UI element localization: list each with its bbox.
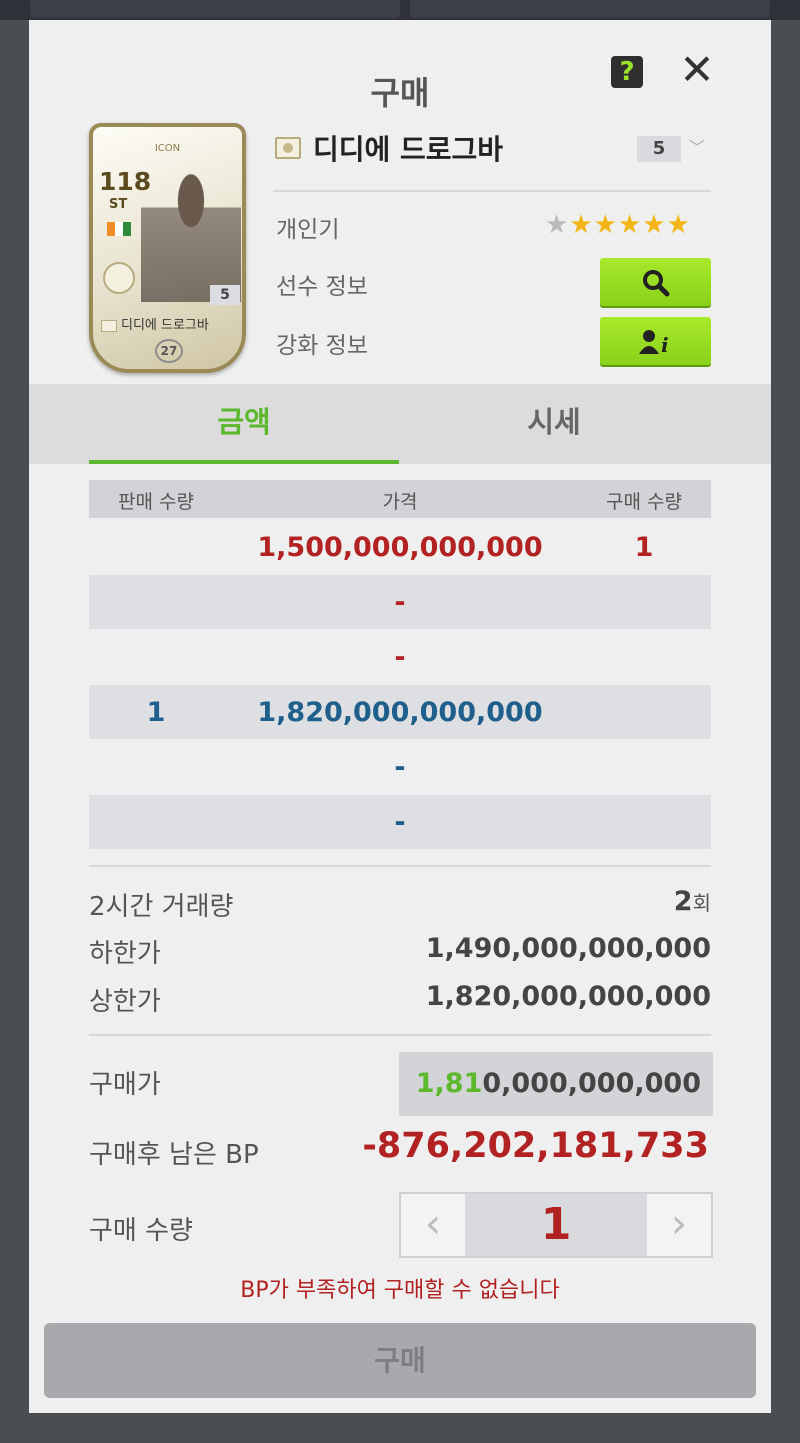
- star-icon: ★: [545, 210, 570, 240]
- table-row[interactable]: -: [89, 740, 711, 794]
- buy-button[interactable]: 구매: [44, 1323, 756, 1398]
- quantity-label: 구매 수량: [89, 1216, 193, 1246]
- cell-price: -: [394, 752, 406, 783]
- season-badge-icon: [101, 319, 117, 332]
- price-rest: 0,000,000,000: [482, 1068, 701, 1099]
- chevron-down-icon[interactable]: ﹀: [689, 134, 705, 158]
- purchase-price-input[interactable]: 1,810,000,000,000: [399, 1052, 713, 1116]
- popularity-label: 개인기: [276, 217, 340, 243]
- svg-text:i: i: [661, 333, 669, 356]
- purchase-price-label: 구매가: [89, 1070, 161, 1100]
- table-row[interactable]: -: [89, 630, 711, 684]
- table-row[interactable]: -: [89, 575, 711, 629]
- cell-price: -: [394, 587, 406, 618]
- question-mark-icon[interactable]: ?: [611, 56, 643, 88]
- tab-amount[interactable]: 금액: [89, 384, 399, 464]
- card-name-row: 디디에 드로그바: [101, 314, 241, 333]
- lower-limit-label: 하한가: [89, 939, 161, 969]
- tab-market-price[interactable]: 시세: [399, 384, 709, 464]
- grade-select[interactable]: 5: [637, 136, 681, 162]
- price-highlight: 1,81: [415, 1068, 483, 1099]
- cell-buy-qty: 1: [634, 532, 654, 563]
- cell-sell-qty: 1: [146, 697, 166, 728]
- search-icon: [642, 270, 669, 297]
- card-season: 27: [155, 339, 183, 363]
- dialog-title: 구매: [370, 74, 430, 112]
- purchase-dialog: 구매 ? ✕ ICON 118 ST 5 디디에 드로그바 27 디디에 드로그…: [29, 20, 771, 1413]
- player-name: 디디에 드로그바: [313, 133, 504, 166]
- chevron-left-icon[interactable]: ‹: [401, 1194, 465, 1256]
- card-icon-label: ICON: [154, 143, 181, 154]
- star-icon: ★★★★★: [569, 210, 691, 240]
- cell-price: -: [394, 642, 406, 673]
- quantity-value: 1: [540, 1199, 572, 1250]
- close-icon[interactable]: ✕: [677, 49, 717, 91]
- header-sell-qty: 판매 수량: [118, 491, 194, 513]
- volume-label: 2시간 거래량: [89, 892, 234, 922]
- card-player-name: 디디에 드로그바: [121, 318, 209, 333]
- divider: [89, 1034, 711, 1036]
- table-row[interactable]: 1,500,000,000,000 1: [89, 520, 711, 574]
- header-price: 가격: [382, 491, 418, 513]
- nation-flag-icon: [107, 222, 131, 236]
- card-grade: 5: [210, 285, 240, 305]
- player-photo: [141, 167, 241, 302]
- background-strip: [0, 0, 800, 20]
- card-position: ST: [109, 197, 128, 212]
- remaining-bp-value: -876,202,181,733: [362, 1126, 709, 1166]
- upper-limit-label: 상한가: [89, 987, 161, 1017]
- player-info-button[interactable]: [600, 258, 711, 306]
- table-row[interactable]: 1 1,820,000,000,000: [89, 685, 711, 739]
- insufficient-bp-warning: BP가 부족하여 구매할 수 없습니다: [240, 1278, 560, 1303]
- cell-price: -: [394, 807, 406, 838]
- divider: [273, 190, 711, 192]
- remaining-bp-label: 구매후 남은 BP: [89, 1140, 259, 1170]
- quantity-stepper: ‹ 1 ›: [399, 1192, 713, 1258]
- volume-unit: 회: [692, 891, 711, 915]
- header-buy-qty: 구매 수량: [606, 491, 682, 513]
- price-table-header: 판매 수량 가격 구매 수량: [89, 480, 711, 518]
- background-tab: [30, 0, 400, 18]
- player-info-label: 선수 정보: [276, 274, 368, 300]
- cell-price: 1,820,000,000,000: [257, 697, 543, 728]
- upper-limit-value: 1,820,000,000,000: [425, 981, 711, 1012]
- cell-price: 1,500,000,000,000: [257, 532, 543, 563]
- enhance-info-button[interactable]: i: [600, 317, 711, 365]
- lower-limit-value: 1,490,000,000,000: [425, 933, 711, 964]
- background-tab: [410, 0, 770, 18]
- background-bottom: [0, 1413, 800, 1443]
- club-crest-icon: [103, 262, 135, 294]
- player-card: ICON 118 ST 5 디디에 드로그바 27: [89, 123, 246, 373]
- season-badge-icon: [275, 137, 301, 159]
- volume-value: 2회: [674, 886, 711, 917]
- table-row[interactable]: -: [89, 795, 711, 849]
- popularity-stars: ★★★★★★: [545, 210, 691, 240]
- tab-bar: 금액 시세: [29, 384, 771, 464]
- enhance-info-label: 강화 정보: [276, 333, 368, 359]
- divider: [89, 865, 711, 867]
- chevron-right-icon[interactable]: ›: [647, 1194, 711, 1256]
- volume-count: 2: [673, 886, 693, 917]
- user-info-icon: i: [638, 330, 669, 357]
